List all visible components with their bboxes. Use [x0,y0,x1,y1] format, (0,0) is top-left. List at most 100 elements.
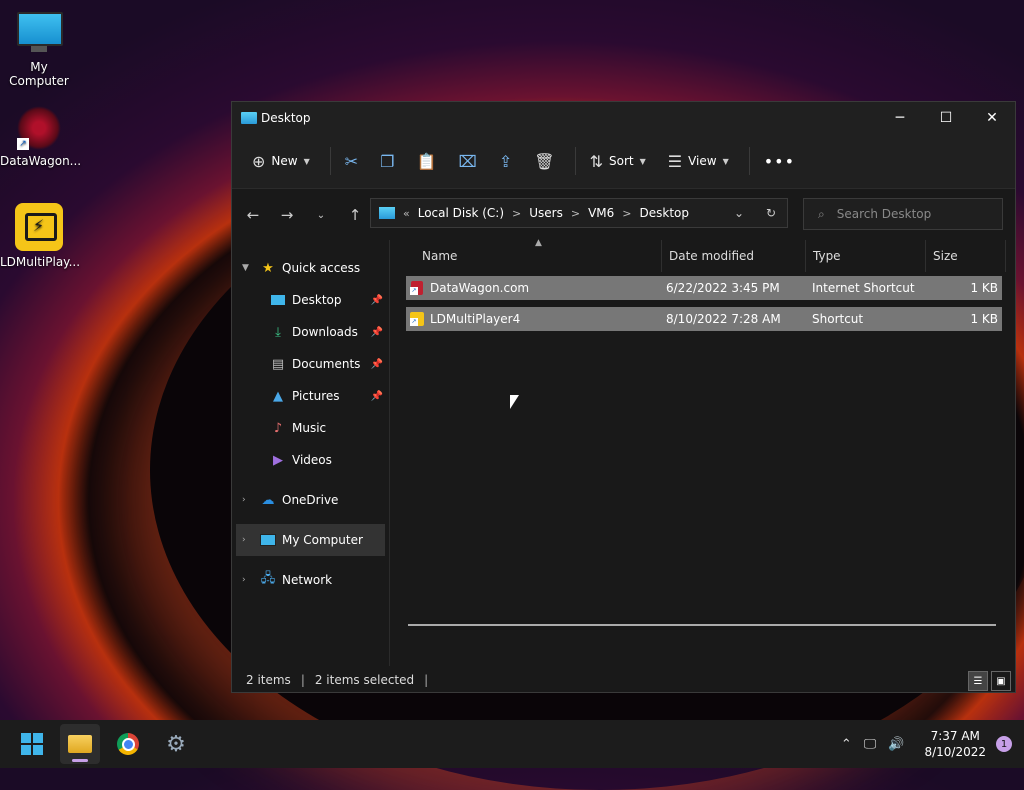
column-header-name[interactable]: Name [390,240,662,272]
column-header-size[interactable]: Size [926,240,1006,272]
sidebar-item-downloads[interactable]: ⤓ Downloads 📌 [232,316,389,348]
taskbar-chrome[interactable] [108,724,148,764]
command-bar: ⊕ New ▼ ✂ ❐ 📋 ⌧ ⇪ 🗑 ⇅ Sort ▼ ☰ View ▼ ••… [232,134,1015,189]
pin-icon: 📌 [370,390,383,402]
up-button[interactable]: ↑ [338,206,372,224]
network-status-icon[interactable]: 🖵 [864,737,877,752]
details-view-button[interactable]: ☰ [968,671,988,691]
desktop-folder-icon [270,292,286,308]
sidebar-item-documents[interactable]: ▤ Documents 📌 [232,348,389,380]
rename-icon: ⌧ [458,151,477,171]
delete-button[interactable]: 🗑 [526,145,562,177]
start-button[interactable] [12,724,52,764]
datawagon-icon: ↗ [17,106,61,150]
desktop-icon-my-computer[interactable]: My Computer [0,10,78,88]
window-title: Desktop [261,111,311,125]
breadcrumb-vm6[interactable]: VM6 [588,206,614,220]
sidebar-item-music[interactable]: ♪ Music [232,412,389,444]
search-box[interactable]: ⌕ [803,198,1003,230]
sidebar-item-pictures[interactable]: ▲ Pictures 📌 [232,380,389,412]
file-name: LDMultiPlayer4 [430,312,521,326]
maximize-button[interactable]: ☐ [923,102,969,134]
file-date: 8/10/2022 7:28 AM [666,312,781,326]
arrow-up-icon: ↑ [348,206,362,224]
table-row[interactable]: ↗ LDMultiPlayer4 8/10/2022 7:28 AM Short… [406,307,1002,331]
arrow-right-icon: → [280,206,294,224]
sidebar-item-network[interactable]: › 🖧 Network [232,564,389,596]
shortcut-icon: ↗ [410,312,424,326]
more-options-button[interactable]: ••• [756,145,803,177]
refresh-button[interactable]: ↻ [755,206,787,220]
column-header-type[interactable]: Type [806,240,926,272]
notification-badge[interactable]: 1 [996,736,1012,752]
title-bar[interactable]: Desktop ─ ☐ ✕ [232,102,1015,134]
breadcrumb-desktop[interactable]: Desktop [640,206,690,220]
breadcrumb-local-disk[interactable]: Local Disk (C:) [418,206,504,220]
taskbar-file-explorer[interactable] [60,724,100,764]
file-list[interactable]: ▲ Name Date modified Type Size ↗ DataWag… [390,238,1015,666]
forward-button[interactable]: → [270,206,304,224]
file-size: 1 KB [970,312,998,326]
network-icon: 🖧 [260,571,276,586]
chevron-down-icon: ▼ [303,156,310,166]
sidebar-item-desktop[interactable]: Desktop 📌 [232,284,389,316]
chevron-down-icon: ⌄ [733,206,745,220]
folder-icon [379,207,395,219]
column-header-date[interactable]: Date modified [662,240,806,272]
internet-shortcut-icon: ↗ [410,281,424,295]
back-button[interactable]: ← [236,206,270,224]
sidebar-item-quick-access[interactable]: ▼ ★ Quick access [232,252,389,284]
folder-icon [241,112,257,124]
item-count: 2 items [246,673,291,687]
music-icon: ♪ [273,420,283,436]
close-button[interactable]: ✕ [969,102,1015,134]
minimize-button[interactable]: ─ [877,102,923,134]
chevron-right-icon: › [242,535,246,545]
picture-icon: ▲ [273,388,283,404]
share-button[interactable]: ⇪ [491,145,520,177]
view-button[interactable]: ☰ View ▼ [660,145,737,177]
sort-button[interactable]: ⇅ Sort ▼ [582,145,654,177]
chevron-right-icon: > [512,206,522,220]
search-input[interactable] [834,206,989,222]
scissors-icon: ✂ [344,151,359,171]
maximize-icon: ☐ [939,110,953,126]
taskbar-settings[interactable]: ⚙ [156,724,196,764]
show-hidden-icons-button[interactable]: ⌃ [841,737,852,752]
tiles-view-icon: ▣ [996,675,1006,687]
desktop-icon-datawagon[interactable]: ↗ DataWagon... [0,106,81,168]
sidebar-item-videos[interactable]: ▶ Videos [232,444,389,476]
recent-locations-button[interactable]: ⌄ [304,210,338,221]
chevron-up-icon: ⌃ [840,736,852,752]
address-overflow[interactable]: « [403,207,410,220]
toolbar-divider [574,147,576,175]
status-bar: 2 items | 2 items selected | ☰ ▣ [232,668,1015,692]
clock-time: 7:37 AM [930,729,980,743]
cut-button[interactable]: ✂ [337,145,366,177]
clipboard-icon: 📋 [416,151,437,171]
clock[interactable]: 7:37 AM 8/10/2022 [924,728,986,760]
gear-icon: ⚙ [166,731,186,757]
address-dropdown-button[interactable]: ⌄ [723,206,755,220]
horizontal-scrollbar[interactable] [408,624,996,626]
address-bar[interactable]: « Local Disk (C:) > Users > VM6 > Deskto… [370,198,788,228]
star-icon: ★ [262,260,274,276]
toolbar-divider [329,147,331,175]
new-button[interactable]: ⊕ New ▼ [244,145,318,177]
volume-icon[interactable]: 🔊 [888,737,904,752]
rename-button[interactable]: ⌧ [450,145,484,177]
sidebar-item-my-computer[interactable]: › My Computer [236,524,385,556]
desktop-icon-ldmultiplayer[interactable]: ⚡ LDMultiPlay... [0,203,80,269]
minimize-icon: ─ [895,110,905,126]
breadcrumb-users[interactable]: Users [529,206,563,220]
status-divider: | [424,673,429,687]
ellipsis-icon: ••• [763,151,796,171]
chrome-icon [117,733,139,755]
sidebar-item-onedrive[interactable]: › ☁ OneDrive [232,484,389,516]
paste-button[interactable]: 📋 [409,145,445,177]
tiles-view-button[interactable]: ▣ [991,671,1011,691]
copy-button[interactable]: ❐ [372,145,402,177]
table-row[interactable]: ↗ DataWagon.com 6/22/2022 3:45 PM Intern… [406,276,1002,300]
sort-icon: ⇅ [589,151,603,171]
pin-icon: 📌 [370,294,383,306]
